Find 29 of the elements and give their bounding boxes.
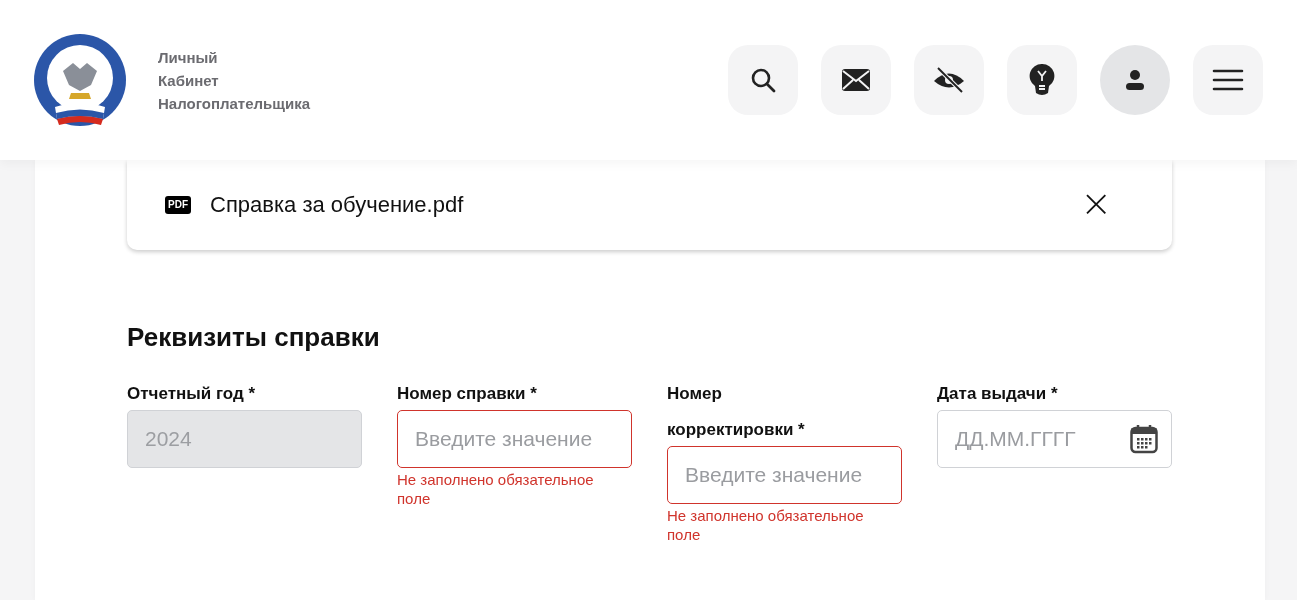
file-name: Справка за обучение.pdf — [210, 192, 464, 218]
cabinet-title-line: Налогоплательщика — [158, 93, 310, 114]
field-label: Номер корректировки * — [667, 383, 806, 441]
crossed-eye-icon — [932, 66, 966, 94]
envelope-icon — [841, 68, 871, 92]
error-message: Не заполнено обязательное поле — [397, 470, 595, 508]
section-title: Реквизиты справки — [127, 322, 381, 352]
search-button[interactable] — [728, 45, 798, 115]
menu-button[interactable] — [1193, 45, 1263, 115]
field-label: Отчетный год * — [127, 383, 257, 405]
lightbulb-icon — [1029, 63, 1055, 97]
pdf-icon: PDF — [165, 196, 191, 214]
input-field[interactable]: Введите значение — [397, 410, 632, 468]
error-message: Не заполнено обязательное поле — [667, 506, 865, 544]
menu-icon — [1212, 68, 1244, 92]
field-label: Номер справки * — [397, 383, 538, 405]
mail-button[interactable] — [821, 45, 891, 115]
input-field[interactable]: Введите значение — [667, 446, 902, 504]
person-icon — [1124, 69, 1146, 91]
emblem-logo-icon — [33, 33, 127, 127]
search-icon — [750, 67, 776, 93]
cabinet-title-line: Личный — [158, 47, 219, 68]
field-label: Дата выдачи * — [937, 383, 1059, 405]
cabinet-title-line: Кабинет — [158, 70, 220, 91]
close-button[interactable]: × — [1080, 188, 1134, 222]
calendar-icon[interactable] — [1130, 424, 1158, 454]
accessibility-button[interactable] — [914, 45, 984, 115]
date-field[interactable]: ДД.ММ.ГГГГ — [937, 410, 1172, 468]
tips-button[interactable] — [1007, 45, 1077, 115]
